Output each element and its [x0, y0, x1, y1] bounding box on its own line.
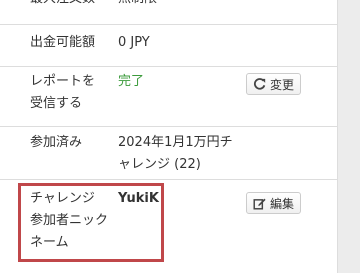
- change-report-button-label: 変更: [270, 77, 295, 92]
- edit-icon: [253, 197, 266, 210]
- account-settings-panel: 最大注文数 無制限 出金可能額 0 JPY レポートを 受信する 完了 変更 参…: [0, 0, 338, 273]
- receive-report-status: 完了: [118, 74, 145, 89]
- refresh-icon: [253, 77, 266, 91]
- joined-challenges-label: 参加済み: [30, 135, 83, 150]
- receive-report-label: レポートを 受信する: [30, 74, 96, 111]
- row-joined-challenges: 参加済み 2024年1月1万円チ ャレンジ (22): [0, 126, 337, 179]
- challenge-nickname-value: YukiK: [118, 191, 159, 206]
- max-orders-label: 最大注文数: [30, 0, 95, 10]
- change-report-button[interactable]: 変更: [246, 73, 302, 95]
- row-receive-report: レポートを 受信する 完了 変更: [0, 66, 337, 126]
- edit-nickname-button-label: 編集: [270, 196, 295, 211]
- withdrawable-amount-value: 0 JPY: [118, 35, 150, 50]
- row-max-orders: 最大注文数 無制限: [0, 0, 337, 24]
- max-orders-value: 無制限: [118, 0, 157, 10]
- row-challenge-nickname: チャレンジ 参加者ニック ネーム YukiK 編集: [0, 179, 337, 273]
- edit-nickname-button[interactable]: 編集: [246, 192, 302, 214]
- row-withdrawable-amount: 出金可能額 0 JPY: [0, 24, 337, 66]
- withdrawable-amount-label: 出金可能額: [30, 35, 96, 50]
- joined-challenges-value: 2024年1月1万円チ ャレンジ (22): [118, 135, 233, 172]
- challenge-nickname-label: チャレンジ 参加者ニック ネーム: [30, 191, 109, 250]
